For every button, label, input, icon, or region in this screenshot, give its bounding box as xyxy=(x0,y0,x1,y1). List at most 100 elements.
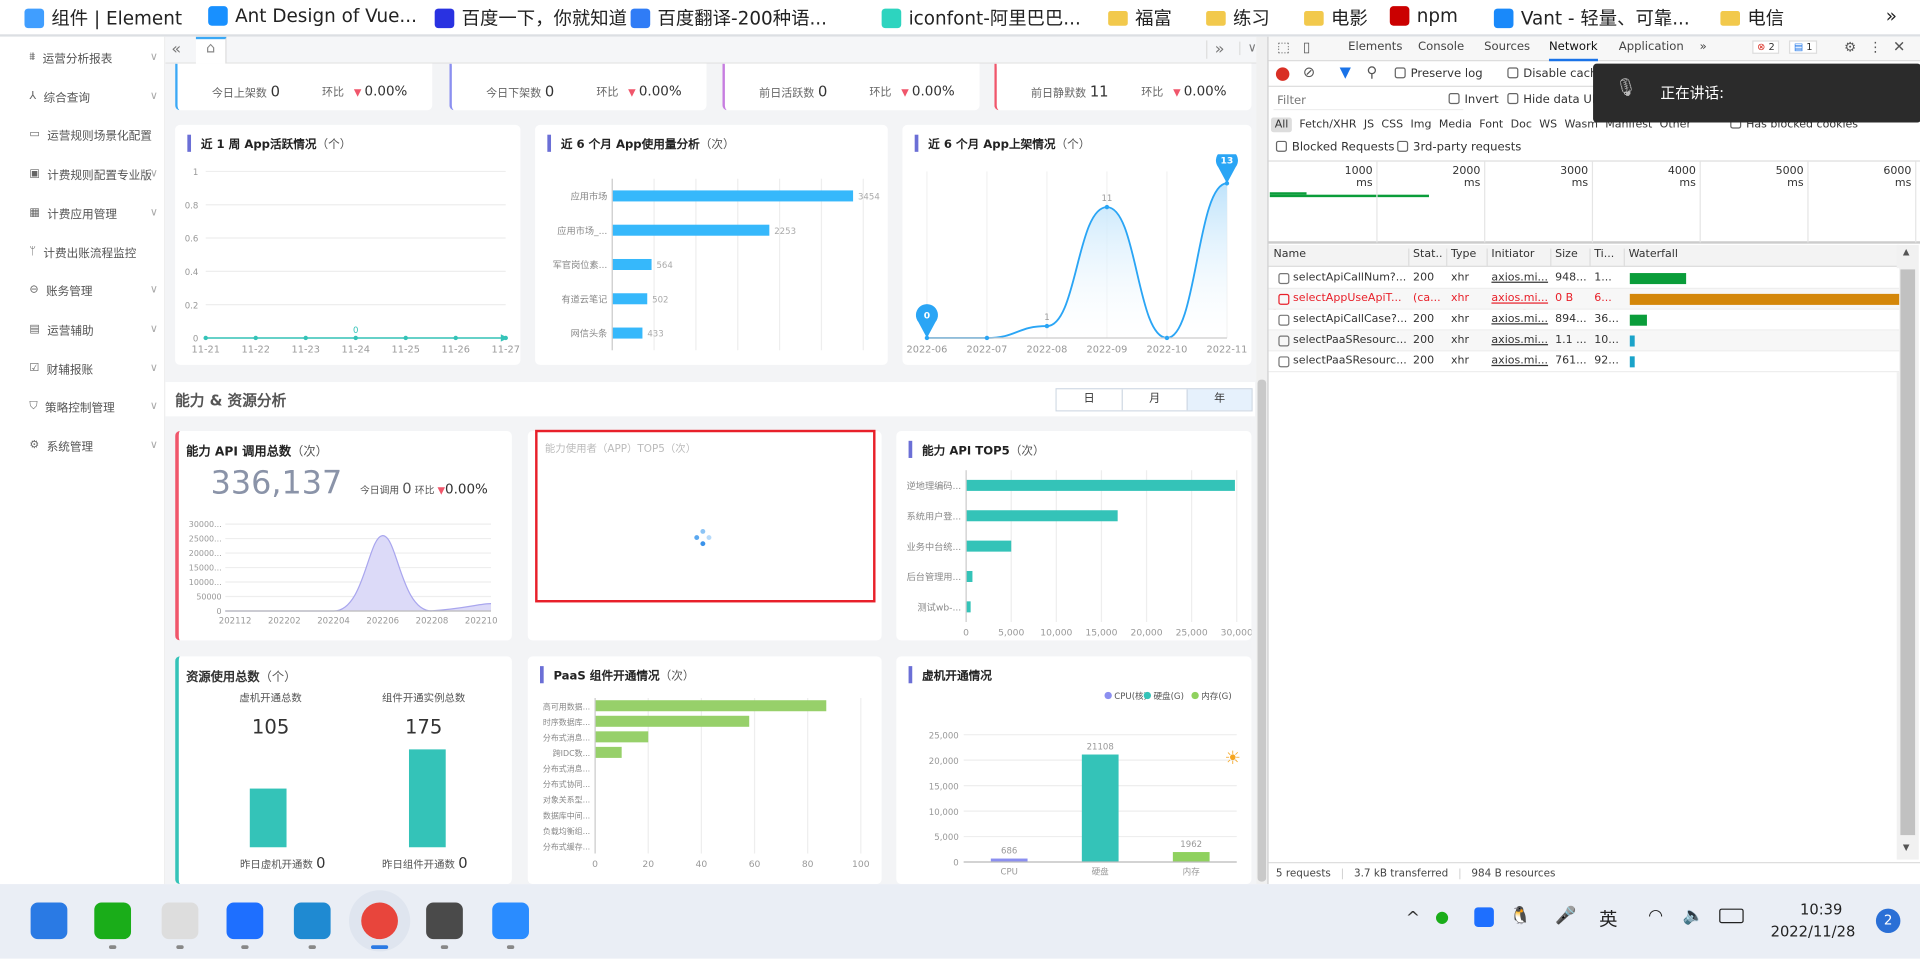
microphone-tray-icon[interactable]: 🎤 xyxy=(1555,906,1576,926)
resource-type-filter[interactable]: Media xyxy=(1439,119,1472,131)
ime-indicator[interactable]: 英 xyxy=(1599,906,1617,932)
wechat-icon[interactable] xyxy=(94,902,132,940)
blocked-requests-checkbox[interactable]: Blocked Requests xyxy=(1275,140,1394,154)
wifi-icon[interactable]: ◠ xyxy=(1648,906,1663,926)
tab-home[interactable]: ⌂ xyxy=(195,36,227,64)
request-row[interactable]: selectApiCallNum?... 200 xhr axios.mi... 948… xyxy=(1268,268,1900,289)
chevron-down-icon[interactable]: ∨ xyxy=(150,323,158,335)
bookmark-item[interactable]: 电影 xyxy=(1304,5,1368,31)
dingtalk-icon[interactable] xyxy=(492,902,529,940)
bookmark-item[interactable]: Ant Design of Vue... xyxy=(208,5,417,27)
request-initiator[interactable]: axios.mi... xyxy=(1491,272,1548,284)
feishu-tray-icon[interactable] xyxy=(1474,907,1494,927)
clear-icon[interactable]: ⊘ xyxy=(1303,64,1315,81)
bookmarks-overflow-button[interactable]: » xyxy=(1886,5,1897,27)
request-row[interactable]: selectApiCallCase?... 200 xhr axios.mi... 89… xyxy=(1268,309,1900,331)
more-tabs-button[interactable]: » xyxy=(1700,40,1707,53)
qq-tray-icon[interactable]: 🐧 xyxy=(1510,906,1531,926)
settings-gear-icon[interactable]: ⚙ xyxy=(1844,39,1856,55)
chevron-down-icon[interactable]: ∨ xyxy=(150,440,158,452)
network-overview-timeline[interactable]: 1000 ms 2000 ms 3000 ms 4000 ms 5000 ms 6000 … xyxy=(1268,160,1920,244)
tabs-scroll-right-button[interactable]: » xyxy=(1206,40,1224,59)
sun-icon[interactable]: ☀ xyxy=(1224,747,1240,769)
more-options-icon[interactable]: ⋮ xyxy=(1869,39,1882,55)
period-button[interactable]: 月 xyxy=(1121,389,1187,411)
main-scrollbar[interactable] xyxy=(1256,36,1268,885)
collapse-button[interactable]: « xyxy=(171,40,181,58)
bookmark-item[interactable]: 电信 xyxy=(1720,5,1784,31)
resource-type-filter[interactable]: WS xyxy=(1539,119,1557,131)
volume-icon[interactable]: 🔈 xyxy=(1682,906,1703,926)
devtools-tab[interactable]: Elements xyxy=(1348,40,1402,53)
column-header[interactable]: Size xyxy=(1550,248,1578,267)
clock-date[interactable]: 2022/11/28 xyxy=(1771,923,1856,940)
chevron-down-icon[interactable]: ∨ xyxy=(150,284,158,296)
bookmark-item[interactable]: 福富 xyxy=(1108,5,1172,31)
wechat-tray-icon[interactable]: ● xyxy=(1435,909,1449,927)
battery-icon[interactable] xyxy=(1719,908,1744,924)
devtools-tab[interactable]: Sources xyxy=(1484,40,1530,53)
inspect-element-icon[interactable]: ⬚ xyxy=(1277,39,1290,55)
search-icon[interactable]: ⚲ xyxy=(1367,64,1378,81)
sidebar-item[interactable]: ▤ 运营辅助 ∨ xyxy=(29,321,158,338)
device-toolbar-icon[interactable]: ▯ xyxy=(1303,39,1310,55)
column-header[interactable]: Waterfall xyxy=(1623,248,1678,267)
errors-badge[interactable]: ⊗ 2 xyxy=(1752,40,1780,54)
resource-type-filter[interactable]: Fetch/XHR xyxy=(1299,119,1356,131)
devtools-tab[interactable]: Console xyxy=(1418,40,1464,53)
invert-checkbox[interactable]: Invert xyxy=(1448,93,1499,107)
request-initiator[interactable]: axios.mi... xyxy=(1491,334,1548,346)
disable-cache-checkbox[interactable]: Disable cach xyxy=(1507,67,1597,81)
resource-type-filter[interactable]: All xyxy=(1271,117,1293,133)
resource-type-filter[interactable]: JS xyxy=(1364,119,1374,131)
request-row[interactable]: selectAppUseApiT... (ca... xhr axios.mi... 0… xyxy=(1268,288,1900,310)
sidebar-item[interactable]: ☑ 财辅报账 ∨ xyxy=(29,360,158,377)
show-hidden-icons-chevron[interactable]: ^ xyxy=(1406,909,1420,929)
muted-microphone-icon[interactable]: 🎙 xyxy=(1615,78,1637,98)
scrollbar-thumb[interactable] xyxy=(1257,379,1267,882)
column-header[interactable]: Name xyxy=(1273,249,1306,267)
devtools-tab[interactable]: Network xyxy=(1548,40,1598,62)
sidebar-item[interactable]: ⛉ 策略控制管理 ∨ xyxy=(29,398,158,416)
request-row[interactable]: selectPaaSResourc... 200 xhr axios.mi... 761… xyxy=(1268,351,1900,373)
chevron-down-icon[interactable]: ∨ xyxy=(150,90,158,102)
feishu-icon[interactable] xyxy=(226,902,264,940)
scrollbar-thumb[interactable] xyxy=(1900,269,1916,836)
hide-data-urls-checkbox[interactable]: Hide data UR xyxy=(1507,93,1600,107)
request-initiator[interactable]: axios.mi... xyxy=(1491,293,1548,305)
sidebar-item[interactable]: ▦ 计费应用管理 ∨ xyxy=(29,204,158,222)
devtools-tab[interactable]: Application xyxy=(1619,40,1684,53)
bookmark-item[interactable]: Vant - 轻量、可靠... xyxy=(1493,5,1690,31)
tabs-dropdown-button[interactable]: ∨ xyxy=(1239,41,1257,56)
request-initiator[interactable]: axios.mi... xyxy=(1491,355,1548,367)
requests-scrollbar[interactable]: ▲ ▼ xyxy=(1896,244,1919,860)
column-header[interactable]: Ti... xyxy=(1589,248,1614,267)
request-initiator[interactable]: axios.mi... xyxy=(1491,313,1548,325)
panda-avatar-icon[interactable] xyxy=(161,902,199,940)
sidebar-item[interactable]: ⊖ 账务管理 ∨ xyxy=(29,282,158,299)
resource-type-filter[interactable]: Doc xyxy=(1511,119,1532,131)
column-header[interactable]: Initiator xyxy=(1486,248,1534,267)
bookmark-item[interactable]: iconfont-阿里巴巴... xyxy=(881,5,1081,31)
resource-type-filter[interactable]: CSS xyxy=(1381,119,1403,131)
chevron-down-icon[interactable]: ∨ xyxy=(150,362,158,374)
filter-funnel-icon[interactable]: ▼ xyxy=(1340,64,1351,81)
column-header[interactable]: Stat.. xyxy=(1408,248,1442,267)
third-party-requests-checkbox[interactable]: 3rd-party requests xyxy=(1397,140,1521,154)
bookmark-item[interactable]: npm xyxy=(1389,5,1458,27)
resource-type-filter[interactable]: Img xyxy=(1410,119,1431,131)
chrome-icon[interactable] xyxy=(361,902,398,940)
sidebar-item[interactable]: ⩩ 运营分析报表 ∨ xyxy=(29,49,158,66)
column-header[interactable]: Type xyxy=(1446,248,1476,267)
request-row[interactable]: selectPaaSResourc... 200 xhr axios.mi... 1.1… xyxy=(1268,330,1900,352)
resource-type-filter[interactable]: Font xyxy=(1479,119,1503,131)
period-button[interactable]: 日 xyxy=(1056,389,1122,411)
messages-badge[interactable]: ▤ 1 xyxy=(1788,40,1818,54)
sidebar-item[interactable]: ᛘ 计费出账流程监控 xyxy=(29,243,158,261)
chevron-down-icon[interactable]: ∨ xyxy=(150,168,158,180)
clock-time[interactable]: 10:39 xyxy=(1800,901,1842,918)
period-button[interactable]: 年 xyxy=(1186,389,1252,411)
record-icon[interactable] xyxy=(1275,67,1290,81)
windows-start-icon[interactable] xyxy=(30,902,68,940)
chevron-down-icon[interactable]: ∨ xyxy=(150,207,158,219)
